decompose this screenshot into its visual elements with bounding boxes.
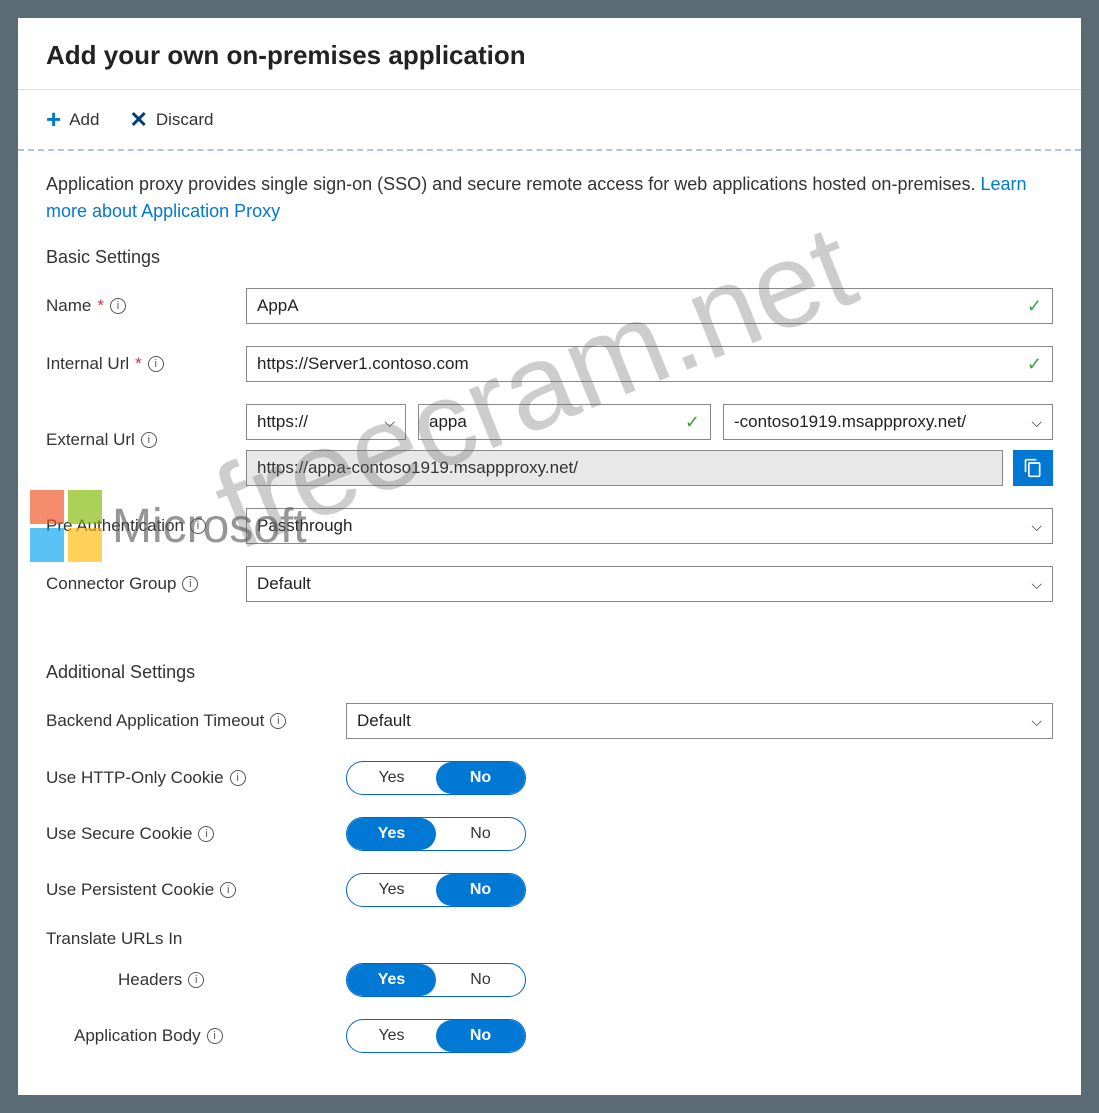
row-connector-group: Connector Group i Default ⌵ xyxy=(46,566,1053,602)
name-input[interactable]: AppA ✓ xyxy=(246,288,1053,324)
label-backend-timeout: Backend Application Timeout i xyxy=(46,711,346,731)
label-persistent-cookie: Use Persistent Cookie i xyxy=(46,880,346,900)
label-external-url: External Url i xyxy=(46,404,246,450)
label-name: Name * i xyxy=(46,296,246,316)
basic-settings-heading: Basic Settings xyxy=(46,247,1053,268)
toggle-yes[interactable]: Yes xyxy=(347,964,436,996)
row-http-only: Use HTTP-Only Cookie i Yes No xyxy=(46,761,1053,795)
external-url-fields: https:// ⌵ appa ✓ -contoso1919.msappprox… xyxy=(246,404,1053,486)
label-secure-cookie: Use Secure Cookie i xyxy=(46,824,346,844)
label-http-only: Use HTTP-Only Cookie i xyxy=(46,768,346,788)
label-headers: Headers i xyxy=(46,970,346,990)
plus-icon: + xyxy=(46,104,61,135)
info-icon[interactable]: i xyxy=(182,576,198,592)
external-scheme-select[interactable]: https:// ⌵ xyxy=(246,404,406,440)
secure-cookie-toggle[interactable]: Yes No xyxy=(346,817,526,851)
label-application-body: Application Body i xyxy=(46,1026,346,1046)
add-label: Add xyxy=(69,110,99,130)
toggle-yes[interactable]: Yes xyxy=(347,1020,436,1052)
chevron-down-icon: ⌵ xyxy=(384,414,395,431)
required-asterisk: * xyxy=(135,354,142,374)
info-icon[interactable]: i xyxy=(188,972,204,988)
discard-button[interactable]: ✕ Discard xyxy=(129,107,213,133)
headers-toggle[interactable]: Yes No xyxy=(346,963,526,997)
row-name: Name * i AppA ✓ xyxy=(46,288,1053,324)
chevron-down-icon: ⌵ xyxy=(1031,414,1042,431)
info-icon[interactable]: i xyxy=(207,1028,223,1044)
info-icon[interactable]: i xyxy=(110,298,126,314)
required-asterisk: * xyxy=(97,296,104,316)
label-connector-group: Connector Group i xyxy=(46,574,246,594)
info-icon[interactable]: i xyxy=(148,356,164,372)
info-icon[interactable]: i xyxy=(230,770,246,786)
row-headers: Headers i Yes No xyxy=(46,963,1053,997)
internal-url-input[interactable]: https://Server1.contoso.com ✓ xyxy=(246,346,1053,382)
external-domain-select[interactable]: -contoso1919.msappproxy.net/ ⌵ xyxy=(723,404,1053,440)
pre-auth-select[interactable]: Passthrough ⌵ xyxy=(246,508,1053,544)
connector-group-select[interactable]: Default ⌵ xyxy=(246,566,1053,602)
row-secure-cookie: Use Secure Cookie i Yes No xyxy=(46,817,1053,851)
toggle-no[interactable]: No xyxy=(436,762,525,794)
info-icon[interactable]: i xyxy=(141,432,157,448)
external-sub-input[interactable]: appa ✓ xyxy=(418,404,711,440)
info-icon[interactable]: i xyxy=(270,713,286,729)
info-icon[interactable]: i xyxy=(198,826,214,842)
page-title: Add your own on-premises application xyxy=(46,40,1053,71)
row-internal-url: Internal Url * i https://Server1.contoso… xyxy=(46,346,1053,382)
additional-settings-heading: Additional Settings xyxy=(46,662,1053,683)
toolbar: + Add ✕ Discard xyxy=(18,90,1081,151)
header: Add your own on-premises application xyxy=(18,18,1081,89)
toggle-yes[interactable]: Yes xyxy=(347,874,436,906)
intro-body: Application proxy provides single sign-o… xyxy=(46,174,980,194)
check-icon: ✓ xyxy=(1027,296,1042,317)
toggle-no[interactable]: No xyxy=(436,818,525,850)
chevron-down-icon: ⌵ xyxy=(1031,576,1042,593)
toggle-no[interactable]: No xyxy=(436,964,525,996)
toggle-yes[interactable]: Yes xyxy=(347,762,436,794)
backend-timeout-select[interactable]: Default ⌵ xyxy=(346,703,1053,739)
external-full-url: https://appa-contoso1919.msappproxy.net/ xyxy=(246,450,1003,486)
persistent-cookie-toggle[interactable]: Yes No xyxy=(346,873,526,907)
label-internal-url: Internal Url * i xyxy=(46,354,246,374)
row-persistent-cookie: Use Persistent Cookie i Yes No xyxy=(46,873,1053,907)
toggle-yes[interactable]: Yes xyxy=(347,818,436,850)
row-application-body: Application Body i Yes No xyxy=(46,1019,1053,1053)
row-backend-timeout: Backend Application Timeout i Default ⌵ xyxy=(46,703,1053,739)
chevron-down-icon: ⌵ xyxy=(1031,518,1042,535)
translate-heading: Translate URLs In xyxy=(46,929,1053,949)
toggle-no[interactable]: No xyxy=(436,874,525,906)
discard-label: Discard xyxy=(156,110,214,130)
application-body-toggle[interactable]: Yes No xyxy=(346,1019,526,1053)
microsoft-watermark: Microsoft xyxy=(30,490,307,562)
check-icon: ✓ xyxy=(685,412,700,433)
info-icon[interactable]: i xyxy=(220,882,236,898)
copy-icon xyxy=(1023,458,1043,478)
http-only-toggle[interactable]: Yes No xyxy=(346,761,526,795)
add-button[interactable]: + Add xyxy=(46,104,99,135)
chevron-down-icon: ⌵ xyxy=(1031,713,1042,730)
copy-button[interactable] xyxy=(1013,450,1053,486)
row-external-url: External Url i https:// ⌵ appa ✓ -contos… xyxy=(46,404,1053,486)
x-icon: ✕ xyxy=(129,107,147,133)
check-icon: ✓ xyxy=(1027,354,1042,375)
intro-text: Application proxy provides single sign-o… xyxy=(46,171,1053,225)
panel: Add your own on-premises application + A… xyxy=(18,18,1081,1095)
content: Application proxy provides single sign-o… xyxy=(18,151,1081,1095)
toggle-no[interactable]: No xyxy=(436,1020,525,1052)
